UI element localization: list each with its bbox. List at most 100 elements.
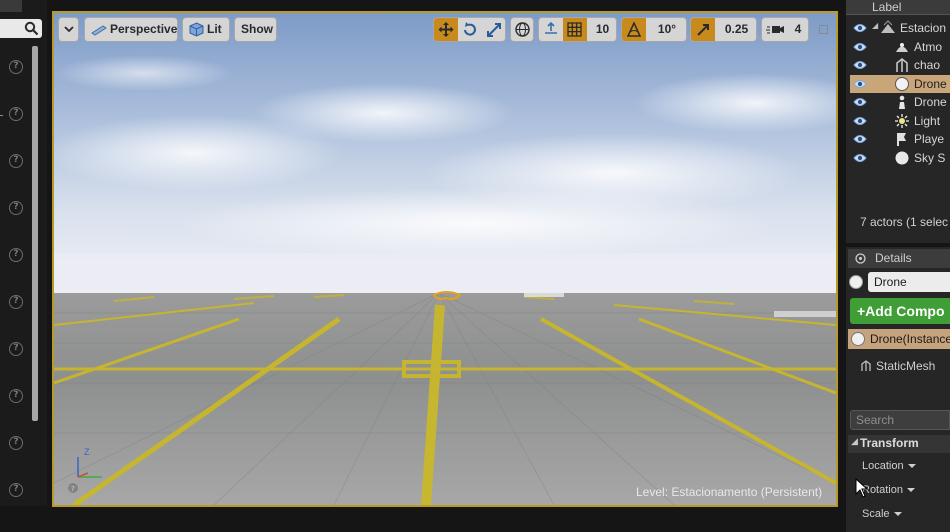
transform-label: Transform [860,436,919,450]
scale-snap-value[interactable]: 0.25 [715,18,756,41]
transform-tools-group [433,17,506,42]
location-dropdown[interactable]: Location [862,460,916,472]
visibility-eye-icon[interactable] [853,133,867,145]
translate-tool-button[interactable] [434,18,458,41]
lit-label: Lit [207,22,222,36]
sphere-icon [895,76,909,91]
help-icon[interactable]: ? [9,154,23,168]
camera-speed-icon [766,26,784,34]
visibility-eye-icon[interactable] [853,115,867,127]
details-tab-label: Details [875,251,912,265]
transform-category[interactable]: ◢ Transform [848,435,950,453]
outliner-row-label: Light [914,113,941,128]
component-instance-label: Drone(Instance [870,332,950,346]
scale-dropdown[interactable]: Scale [862,508,902,520]
outliner-row[interactable]: Light [850,112,950,130]
help-icon[interactable]: ? [9,248,23,262]
rotation-snap-toggle[interactable] [622,18,646,41]
details-icon [855,253,866,264]
level-viewport[interactable]: Perspective Lit Show 10 10° 0.25 4 Z ? L… [52,11,838,507]
rotation-dropdown[interactable]: Rotation [862,484,915,496]
left-tick [0,115,3,116]
scale-snap-group: 0.25 [690,17,757,42]
add-component-button[interactable]: +Add Compo [850,298,950,324]
sphere-icon [849,275,863,289]
visibility-eye-icon[interactable] [853,22,867,34]
light-icon [895,113,909,128]
outliner-row[interactable]: Drone [850,74,950,93]
left-panel: ? ? ? ? ? ? ? ? ? ? [0,0,47,506]
surface-snap-button[interactable] [539,18,563,41]
help-icon[interactable]: ? [9,436,23,450]
outliner-header[interactable]: Label [846,0,950,15]
outliner-row[interactable]: chao [850,56,950,74]
pawn-icon [899,95,905,109]
visibility-eye-icon[interactable] [853,96,867,108]
tree-expand-arrow-icon[interactable]: ◢ [872,21,878,30]
outliner-row[interactable]: Drone [850,93,950,111]
outliner-row-label: Sky S [914,150,946,165]
scale-tool-button[interactable] [482,18,505,41]
scale-icon [487,23,501,37]
viewport-scene[interactable] [54,13,836,505]
visibility-eye-icon[interactable] [853,41,867,53]
maximize-viewport-icon[interactable] [819,25,828,34]
chevron-down-icon [907,464,916,469]
left-search-field[interactable] [0,19,42,38]
outliner-row-label: Drone [914,76,947,91]
details-tab[interactable]: Details [848,249,950,268]
scale-snap-toggle[interactable] [691,18,715,41]
world-local-button[interactable] [510,17,534,42]
help-icon[interactable]: ? [9,389,23,403]
rotate-tool-button[interactable] [458,18,482,41]
details-search-input[interactable]: Search [850,410,950,430]
gizmo-help-icon: ? [71,485,75,493]
help-icon[interactable]: ? [9,107,23,121]
perspective-icon [91,25,107,36]
lit-button[interactable]: Lit [182,17,230,42]
outliner-row[interactable]: ◢ Estacion [850,19,950,37]
chevron-down-icon [64,26,74,33]
show-button[interactable]: Show [234,17,277,42]
angle-icon [626,21,642,37]
perspective-button[interactable]: Perspective [84,17,178,42]
grid-snap-group: 10 [538,17,617,42]
scale-label: Scale [862,508,890,520]
outliner-row[interactable]: Atmo [850,38,950,56]
outliner-row-label: Estacion [900,21,947,35]
viewport-toolbar: Perspective Lit Show 10 10° 0.25 4 [54,13,836,47]
outliner-row[interactable]: Playe [850,130,950,148]
actor-name-field[interactable]: Drone [868,272,950,292]
rotation-snap-value[interactable]: 10° [646,18,686,41]
help-icon[interactable]: ? [9,201,23,215]
viewport-options-button[interactable] [58,17,79,42]
help-icon[interactable]: ? [9,295,23,309]
grid-icon [567,22,582,37]
visibility-eye-icon[interactable] [853,78,867,90]
help-icon[interactable]: ? [9,342,23,356]
static-mesh-icon [896,57,908,72]
left-panel-tab[interactable] [0,0,22,12]
visibility-eye-icon[interactable] [853,152,867,164]
left-scrollbar[interactable] [32,46,38,421]
outliner-label-column: Label [872,0,902,14]
scale-snap-icon [697,24,709,36]
axis-gizmo: Z ? [68,447,102,493]
perspective-label: Perspective [110,22,178,36]
grid-snap-value[interactable]: 10 [587,18,616,41]
camera-speed-value: 4 [794,22,802,36]
grid-snap-toggle[interactable] [563,18,587,41]
search-icon [24,21,39,36]
help-icon[interactable]: ? [9,60,23,74]
component-instance-row[interactable]: Drone(Instance [848,329,950,349]
help-icon[interactable]: ? [9,483,23,497]
chevron-down-icon [906,488,915,493]
outliner-row[interactable]: Sky S [850,149,950,167]
move-arrows-icon [438,22,454,37]
atmosphere-icon [896,42,908,52]
outliner-row-label: Drone [914,95,947,109]
static-mesh-icon [861,360,871,371]
visibility-eye-icon[interactable] [853,59,867,71]
camera-speed-group[interactable]: 4 [761,17,809,42]
rotation-snap-group: 10° [621,17,687,42]
